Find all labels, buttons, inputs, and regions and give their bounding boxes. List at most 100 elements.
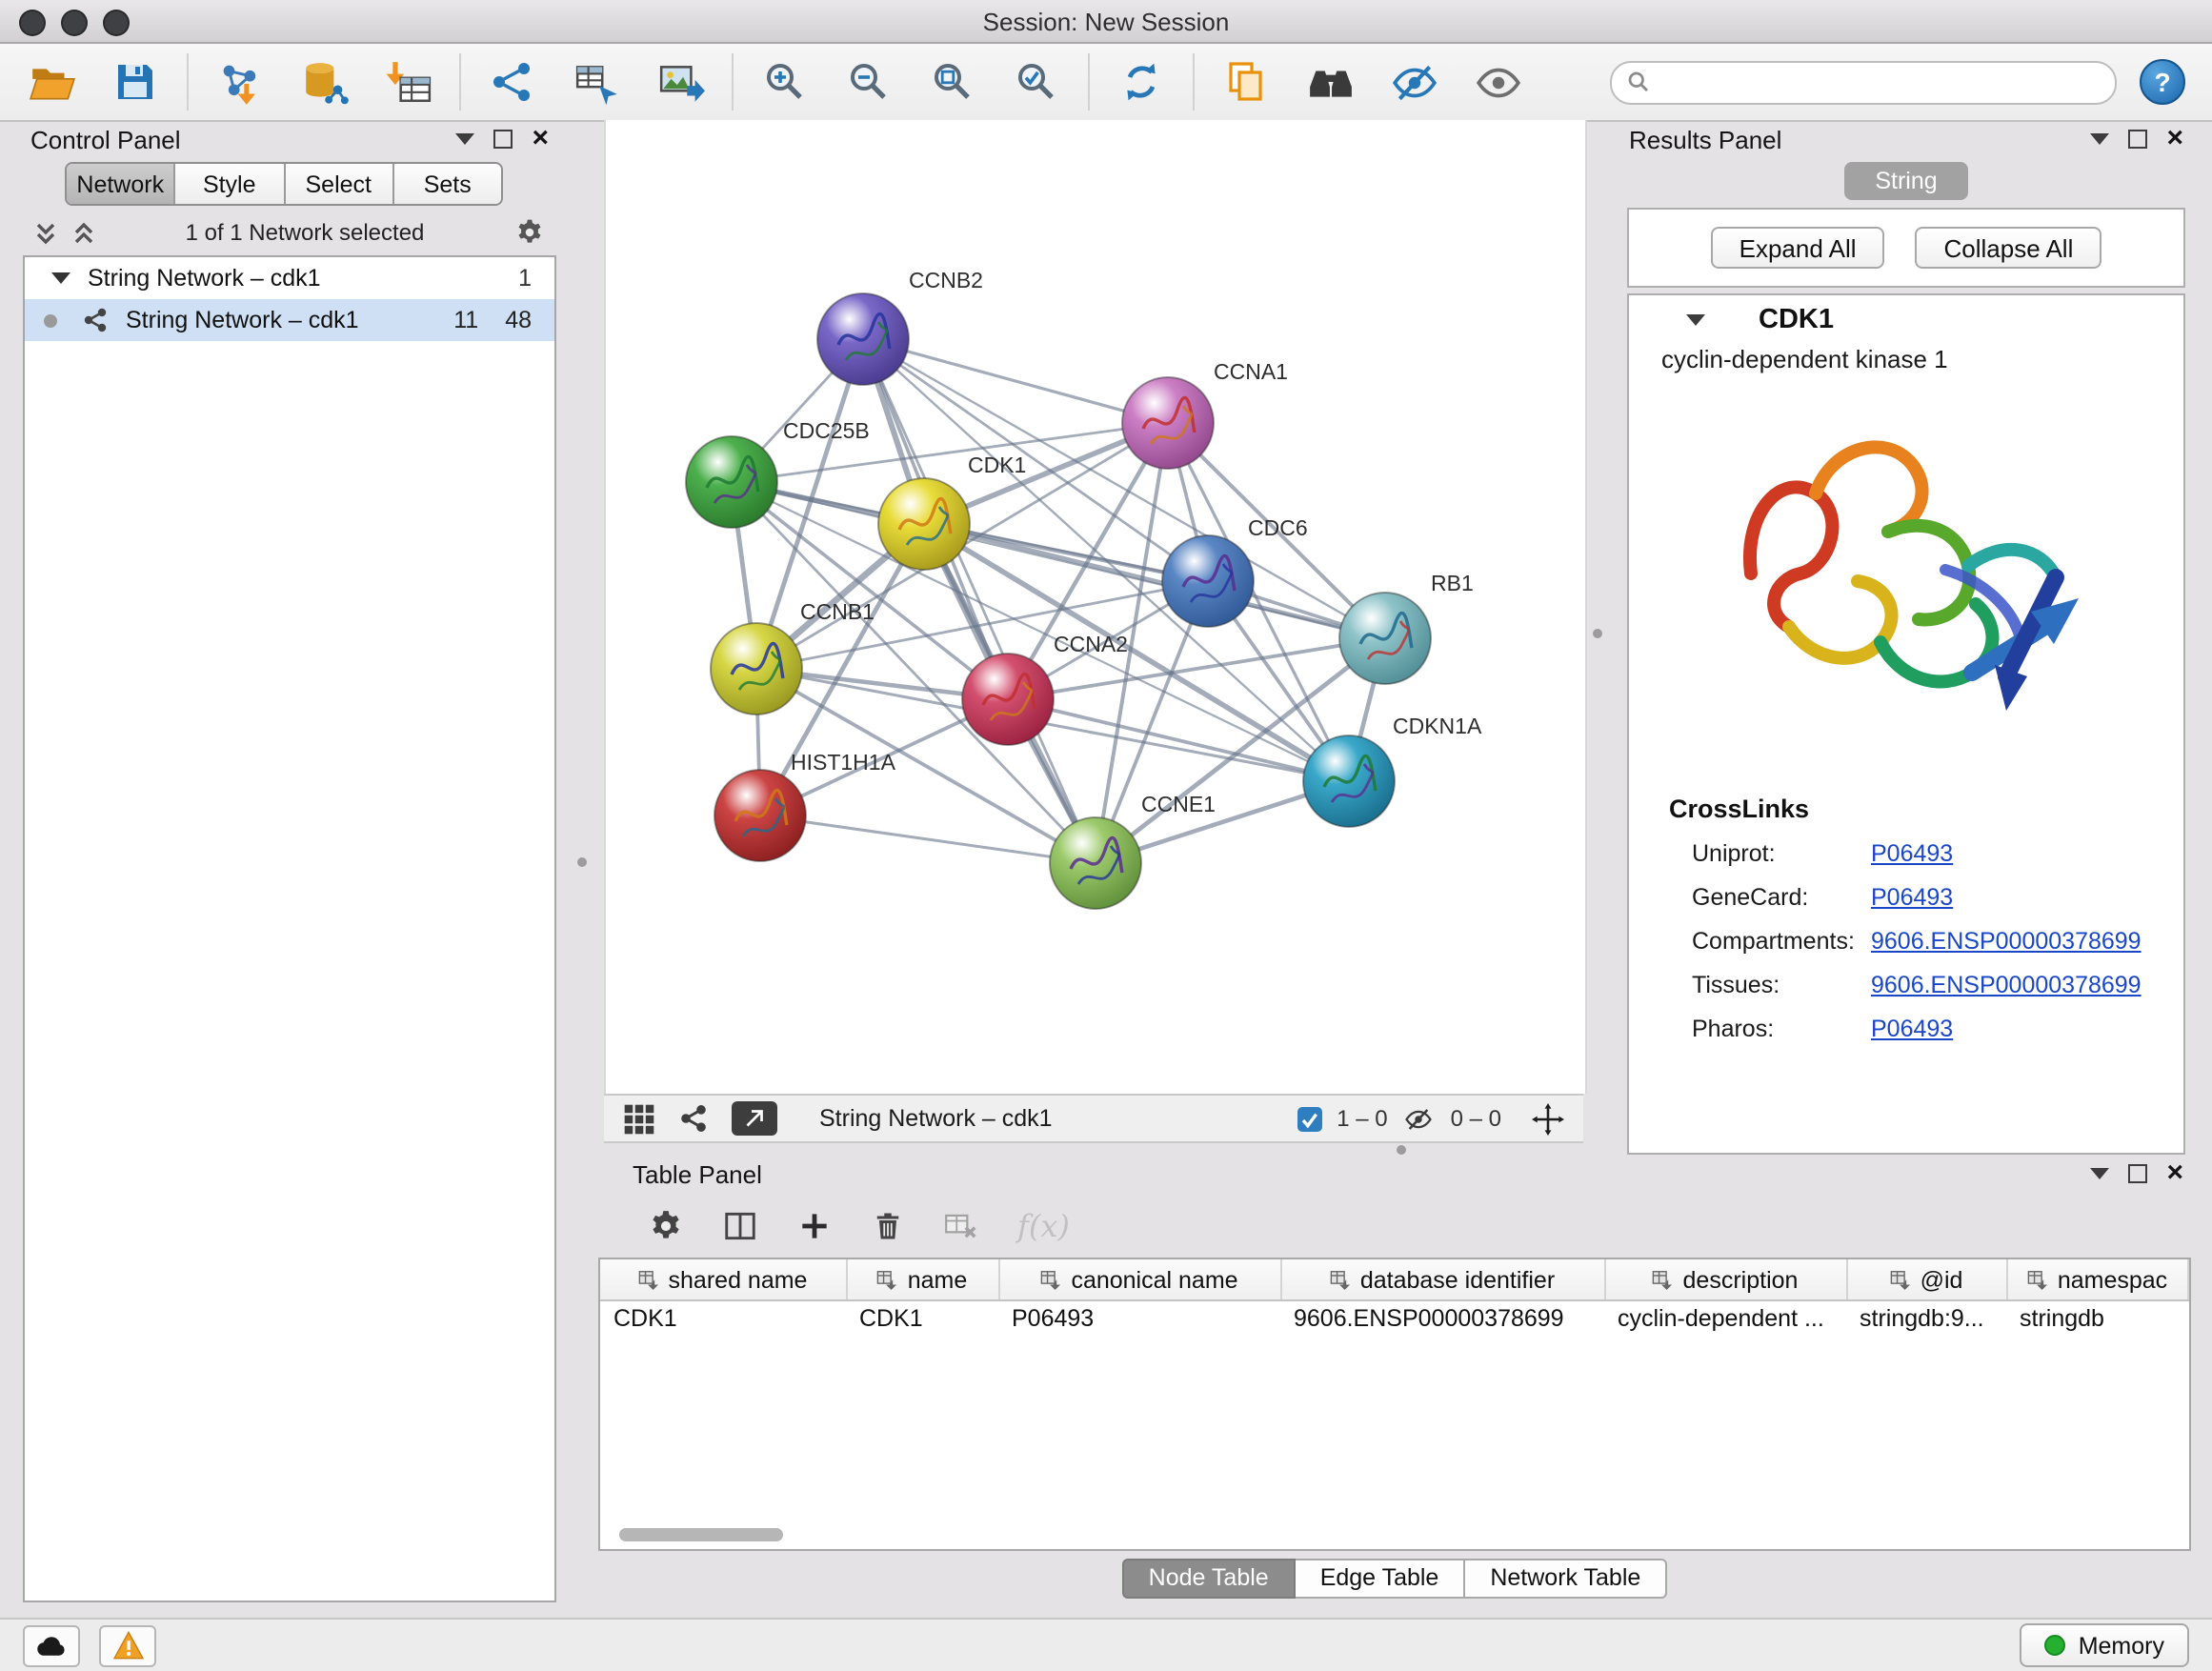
tab-select[interactable]: Select [285,164,394,204]
create-column-plus-icon[interactable] [796,1207,833,1243]
crosslink-row: GeneCard: P06493 [1629,875,2183,918]
crosslink-link[interactable]: 9606.ENSP00000378699 [1871,927,2142,954]
zoom-selected-button[interactable] [1010,55,1063,109]
tab-network[interactable]: Network [67,164,176,204]
network-edge-HIST1H1A-CCNE1[interactable] [760,815,1096,863]
panel-float-icon[interactable] [2128,130,2147,149]
current-view-indicator [44,313,57,327]
detach-view-button[interactable] [732,1101,777,1136]
panel-float-icon[interactable] [493,130,513,149]
import-network-icon [216,58,264,106]
column-header[interactable]: description [1604,1259,1846,1300]
panel-close-icon[interactable]: × [2166,1162,2183,1185]
column-header[interactable]: namespac [2006,1259,2188,1300]
panel-menu-icon[interactable] [455,133,474,145]
import-network-file-button[interactable] [213,55,267,109]
apply-layout-button[interactable] [1115,55,1168,109]
network-node-rb1[interactable]: RB1 [1339,571,1474,684]
network-collection-row[interactable]: String Network – cdk1 1 [25,257,554,299]
export-image-button[interactable] [654,55,707,109]
crosslink-link[interactable]: P06493 [1871,1015,1953,1041]
network-node-cdkn1a[interactable]: CDKN1A [1303,714,1482,827]
node-label: CCNB1 [800,599,875,624]
splitter-grip[interactable] [1397,1145,1406,1155]
splitter-grip[interactable] [577,857,587,867]
import-network-database-button[interactable] [297,55,351,109]
zoom-in-button[interactable] [758,55,812,109]
help-button[interactable]: ? [2140,59,2185,105]
network-node-cdc6[interactable]: CDC6 [1162,515,1308,627]
tab-style[interactable]: Style [176,164,286,204]
panel-close-icon[interactable]: × [2166,128,2183,151]
collapse-all-button[interactable]: Collapse All [1916,227,2102,269]
column-header[interactable]: database identifier [1280,1259,1604,1300]
cloud-status-button[interactable] [23,1624,80,1666]
network-node-cdk1[interactable]: CDK1 [878,453,1026,570]
save-session-button[interactable] [109,55,162,109]
open-session-button[interactable] [25,55,78,109]
tab-node-table[interactable]: Node Table [1122,1558,1296,1598]
open-folder-icon [28,58,75,106]
tab-network-table[interactable]: Network Table [1465,1558,1667,1598]
hide-selected-button[interactable] [1387,55,1440,109]
birds-eye-grid-icon[interactable] [623,1102,655,1135]
column-header[interactable]: shared name [600,1259,846,1300]
column-header[interactable]: @id [1846,1259,2006,1300]
panel-menu-icon[interactable] [2090,1168,2109,1179]
node-label: RB1 [1431,571,1474,595]
tab-sets[interactable]: Sets [394,164,502,204]
import-table-icon [384,58,432,106]
search-input[interactable] [1610,60,2117,104]
control-panel: Control Panel × Network Style Select Set… [11,120,568,1602]
panel-menu-icon[interactable] [2090,133,2109,145]
network-overview-icon[interactable] [678,1103,709,1134]
node-label: CDC25B [783,418,870,443]
delete-table-icon [943,1207,979,1243]
panel-close-icon[interactable]: × [532,128,549,151]
expand-all-button[interactable]: Expand All [1711,227,1885,269]
zoom-out-button[interactable] [842,55,895,109]
horizontal-scrollbar[interactable] [619,1528,783,1541]
network-node-cdc25b[interactable]: CDC25B [686,418,870,528]
network-row[interactable]: String Network – cdk1 11 48 [25,299,554,341]
network-canvas-svg[interactable]: CCNB2CCNA1CDC25BCDK1CDC6RB1CCNB1CCNA2CDK… [606,120,1585,1094]
network-node-ccna1[interactable]: CCNA1 [1122,359,1288,469]
selected-checkbox-icon[interactable] [1297,1106,1321,1131]
network-edge-CDK1-RB1[interactable] [924,524,1385,638]
crosslinks-title: CrossLinks [1629,795,2183,823]
disclosure-triangle-icon[interactable] [51,272,70,284]
entry-disclosure-icon[interactable] [1686,314,1705,326]
zoom-selected-icon [1014,59,1059,105]
pan-crosshair-icon[interactable] [1532,1102,1564,1135]
collapse-all-icon[interactable] [72,220,95,245]
zoom-fit-button[interactable] [926,55,979,109]
import-table-button[interactable] [381,55,434,109]
column-header[interactable]: canonical name [998,1259,1280,1300]
network-from-table-button[interactable] [570,55,623,109]
crosslink-link[interactable]: P06493 [1871,883,1953,910]
warnings-button[interactable] [99,1624,156,1666]
memory-button[interactable]: Memory [2020,1623,2189,1667]
table-settings-gear-icon[interactable] [648,1207,684,1243]
show-all-button[interactable] [1471,55,1524,109]
first-neighbors-button[interactable] [1303,55,1357,109]
column-header[interactable]: name [846,1259,998,1300]
delete-column-trash-icon[interactable] [871,1207,905,1243]
crosslink-link[interactable]: 9606.ENSP00000378699 [1871,971,2142,997]
new-network-button[interactable] [486,55,539,109]
gear-icon[interactable] [514,217,545,248]
splitter-grip[interactable] [1593,629,1602,638]
expand-all-icon[interactable] [34,220,57,245]
panel-float-icon[interactable] [2128,1164,2147,1183]
binoculars-icon [1306,58,1354,106]
network-node-ccne1[interactable]: CCNE1 [1050,792,1216,909]
tab-string[interactable]: String [1844,162,1967,200]
network-node-hist1h1a[interactable]: HIST1H1A [714,750,896,861]
network-node-ccnb2[interactable]: CCNB2 [817,268,983,385]
table-panel-title: Table Panel [633,1159,762,1188]
tab-edge-table[interactable]: Edge Table [1296,1558,1466,1598]
copy-button[interactable] [1219,55,1273,109]
table-row[interactable]: CDK1 CDK1 P06493 9606.ENSP00000378699 cy… [600,1300,2188,1334]
show-columns-icon[interactable] [722,1207,758,1243]
crosslink-link[interactable]: P06493 [1871,839,1953,866]
